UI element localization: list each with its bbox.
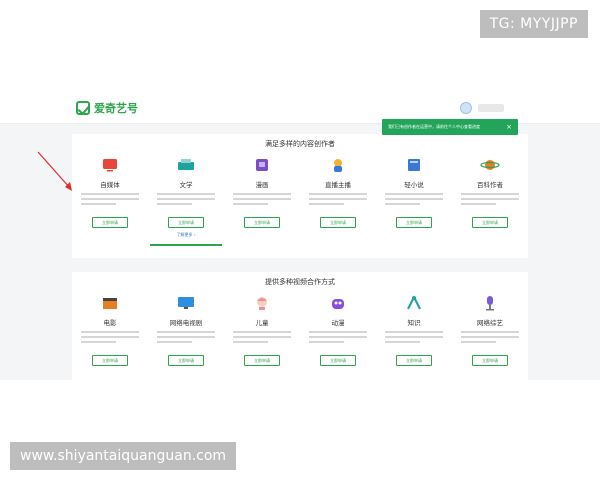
card-description-blurred [233,331,291,349]
card-title: 儿童 [255,319,269,327]
avatar[interactable] [460,102,472,114]
apply-button[interactable]: 立即申请 [320,355,356,366]
card-description-blurred [461,193,519,211]
cooperation-section-title: 提供多种视频合作方式 [265,278,335,286]
microphone-icon [480,295,500,311]
watermark-telegram: TG: MYYJJPP [479,10,588,38]
card-description-blurred [461,331,519,349]
card-description-blurred [157,331,215,349]
card-description-blurred [385,331,443,349]
site-logo[interactable]: 爱奇艺号 [76,100,138,116]
card-title: 自媒体 [100,181,120,189]
apply-button[interactable]: 立即申请 [472,217,508,228]
card-streamer[interactable]: 直播主播 立即申请 [300,157,376,238]
card-title: 动漫 [331,319,345,327]
card-description-blurred [233,193,291,211]
card-tv[interactable]: 自媒体 立即申请 [72,157,148,238]
card-book[interactable]: 轻小说 立即申请 [376,157,452,238]
logo-text: 爱奇艺号 [94,102,138,115]
card-title: 轻小说 [404,181,424,189]
apply-button[interactable]: 立即申请 [396,355,432,366]
card-description-blurred [309,331,367,349]
card-title: 百科作者 [477,181,503,189]
card-title: 电影 [103,319,117,327]
typewriter-icon [176,157,196,173]
toast-message: 我们已有创作者在运营中，请前往个人中心查看进度 [388,124,480,129]
planet-icon [480,157,500,173]
creator-types-panel: 满足多样的内容创作者 自媒体 立即申请 文学 立即申请 了解更多 › 漫画 立即申请 直播主播… [72,134,528,258]
card-description-blurred [385,193,443,211]
card-compass[interactable]: 知识 立即申请 [376,295,452,366]
apply-button[interactable]: 立即申请 [244,217,280,228]
card-planet[interactable]: 百科作者 立即申请 [452,157,528,238]
card-microphone[interactable]: 网络综艺 立即申请 [452,295,528,366]
apply-button[interactable]: 立即申请 [168,217,204,228]
clapperboard-icon [100,295,120,311]
creator-grid: 自媒体 立即申请 文学 立即申请 了解更多 › 漫画 立即申请 直播主播 立即申请 轻小说 立即申请… [72,157,528,246]
learn-more-link[interactable]: 了解更多 › [177,232,196,238]
creator-section-title: 满足多样的内容创作者 [265,140,335,148]
apply-button[interactable]: 立即申请 [472,355,508,366]
card-description-blurred [157,193,215,211]
card-clapperboard[interactable]: 电影 立即申请 [72,295,148,366]
close-icon[interactable]: × [506,123,512,131]
apply-button[interactable]: 立即申请 [92,217,128,228]
apply-button[interactable]: 立即申请 [320,217,356,228]
tv-icon [100,157,120,173]
child-icon [252,295,272,311]
card-title: 网络综艺 [477,319,503,327]
cooperation-grid: 电影 立即申请 网络电视剧 立即申请 儿童 立即申请 动漫 立即申请 知识 立即申请 网络综艺 立即申… [72,295,528,366]
monitor-icon [176,295,196,311]
card-child[interactable]: 儿童 立即申请 [224,295,300,366]
apply-button[interactable]: 立即申请 [168,355,204,366]
card-title: 网络电视剧 [169,319,203,327]
apply-button[interactable]: 立即申请 [92,355,128,366]
card-title: 文学 [179,181,193,189]
logo-check-icon [76,101,90,115]
screenshot-stage: 爱奇艺号 满足多样的内容创作者 自媒体 立即申请 文学 立即申请 了解更多 › 漫画 立即申… [0,0,600,480]
card-comic[interactable]: 漫画 立即申请 [224,157,300,238]
notification-toast: 我们已有创作者在运营中，请前往个人中心查看进度 × [382,119,518,135]
card-description-blurred [81,193,139,211]
compass-icon [404,295,424,311]
cooperation-panel: 提供多种视频合作方式 电影 立即申请 网络电视剧 立即申请 儿童 立即申请 动漫 立即申请 知识… [72,272,528,382]
card-description-blurred [309,193,367,211]
card-title: 直播主播 [325,181,351,189]
apply-button[interactable]: 立即申请 [244,355,280,366]
card-title: 知识 [407,319,421,327]
card-description-blurred [81,331,139,349]
watermark-url: www.shiyantaiquanguan.com [10,442,237,470]
apply-button[interactable]: 立即申请 [396,217,432,228]
book-icon [404,157,424,173]
card-monitor[interactable]: 网络电视剧 立即申请 [148,295,224,366]
streamer-icon [328,157,348,173]
user-name-blurred [478,104,504,112]
monster-icon [328,295,348,311]
red-arrow-annotation [37,151,72,191]
comic-icon [252,157,272,173]
card-monster[interactable]: 动漫 立即申请 [300,295,376,366]
card-title: 漫画 [255,181,269,189]
card-typewriter[interactable]: 文学立即申请了解更多 › [148,157,224,246]
user-area[interactable] [460,102,504,114]
